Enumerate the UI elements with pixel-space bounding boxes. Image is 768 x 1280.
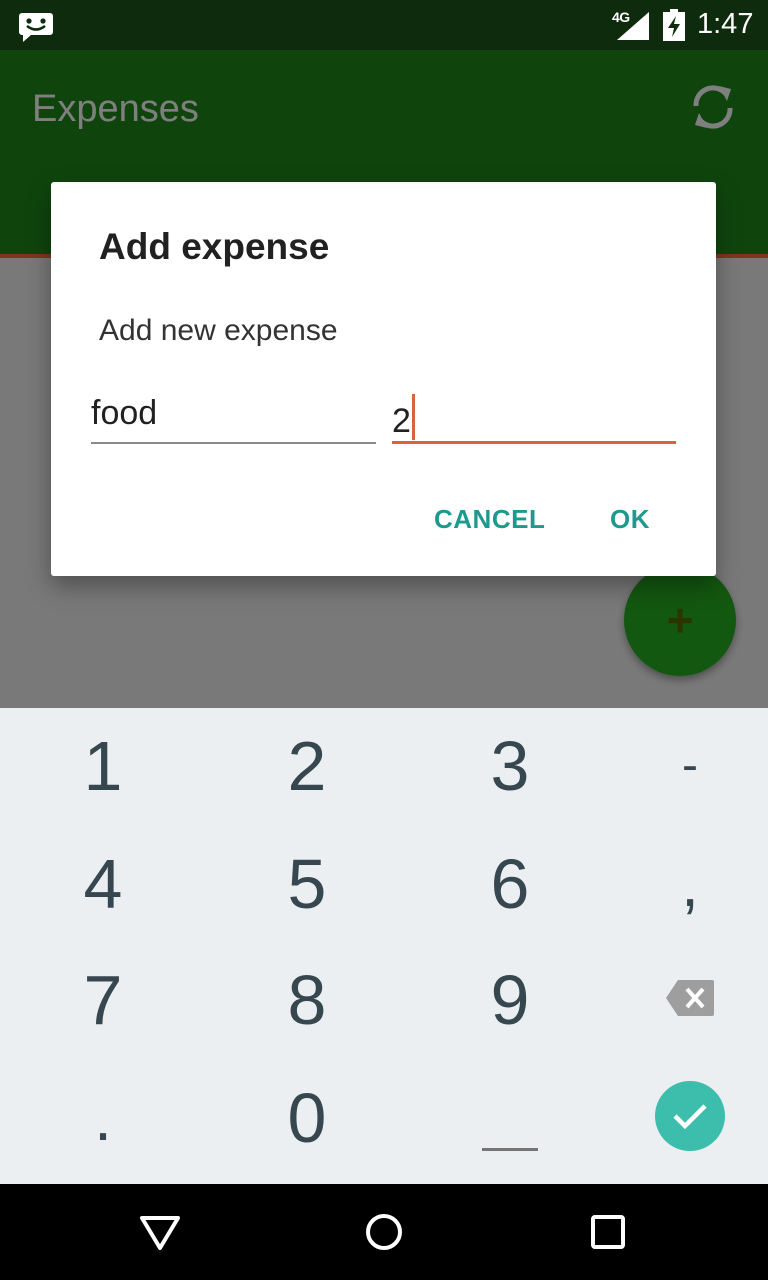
back-icon[interactable] (130, 1201, 190, 1261)
key-3-label: 3 (490, 727, 530, 805)
text-cursor (411, 394, 415, 440)
numeric-keyboard: 1 2 3 - 4 5 6 , 7 8 9 . 0 (0, 708, 768, 1184)
check-icon (673, 1104, 707, 1130)
status-bar: 4G 1:47 (0, 0, 768, 50)
enter-button[interactable] (655, 1081, 725, 1151)
key-4[interactable]: 4 (8, 826, 198, 942)
key-4-label: 4 (83, 845, 123, 923)
key-2[interactable]: 2 (212, 708, 402, 824)
key-6[interactable]: 6 (415, 826, 605, 942)
clock: 1:47 (697, 8, 754, 40)
key-comma[interactable]: , (595, 826, 768, 942)
expense-amount-field[interactable]: 2 (392, 390, 676, 444)
expense-amount-wrapper: 2 (392, 394, 415, 441)
key-0-label: 0 (287, 1079, 327, 1157)
message-icon (19, 13, 53, 42)
dialog-title: Add expense (99, 226, 330, 267)
recents-icon[interactable] (578, 1201, 638, 1261)
add-expense-dialog: Add expense Add new expense food 2 CANCE… (51, 182, 716, 576)
key-7-label: 7 (83, 961, 123, 1039)
key-6-label: 6 (490, 845, 530, 923)
key-period[interactable]: . (8, 1060, 198, 1176)
key-period-label: . (94, 1082, 112, 1154)
expense-amount-value: 2 (392, 402, 411, 440)
key-comma-label: , (681, 848, 699, 920)
space-icon[interactable] (482, 1148, 538, 1151)
key-5-label: 5 (287, 845, 327, 923)
key-minus[interactable]: - (595, 708, 768, 824)
ok-button[interactable]: OK (610, 504, 650, 535)
key-1-label: 1 (83, 727, 123, 805)
key-9[interactable]: 9 (415, 942, 605, 1058)
key-1[interactable]: 1 (8, 708, 198, 824)
key-3[interactable]: 3 (415, 708, 605, 824)
expense-name-field[interactable]: food (91, 390, 376, 444)
cancel-button[interactable]: CANCEL (434, 504, 545, 535)
key-0[interactable]: 0 (212, 1060, 402, 1176)
key-5[interactable]: 5 (212, 826, 402, 942)
key-8[interactable]: 8 (212, 942, 402, 1058)
key-minus-label: - (682, 739, 698, 792)
key-8-label: 8 (287, 961, 327, 1039)
battery-charging-icon (663, 9, 685, 41)
home-icon[interactable] (354, 1201, 414, 1261)
dialog-message: Add new expense (99, 314, 338, 347)
key-7[interactable]: 7 (8, 942, 198, 1058)
navigation-bar (0, 1184, 768, 1280)
backspace-icon[interactable] (666, 980, 714, 1016)
key-2-label: 2 (287, 727, 327, 805)
key-9-label: 9 (490, 961, 530, 1039)
expense-name-value: food (91, 394, 158, 432)
signal-icon (617, 12, 649, 40)
